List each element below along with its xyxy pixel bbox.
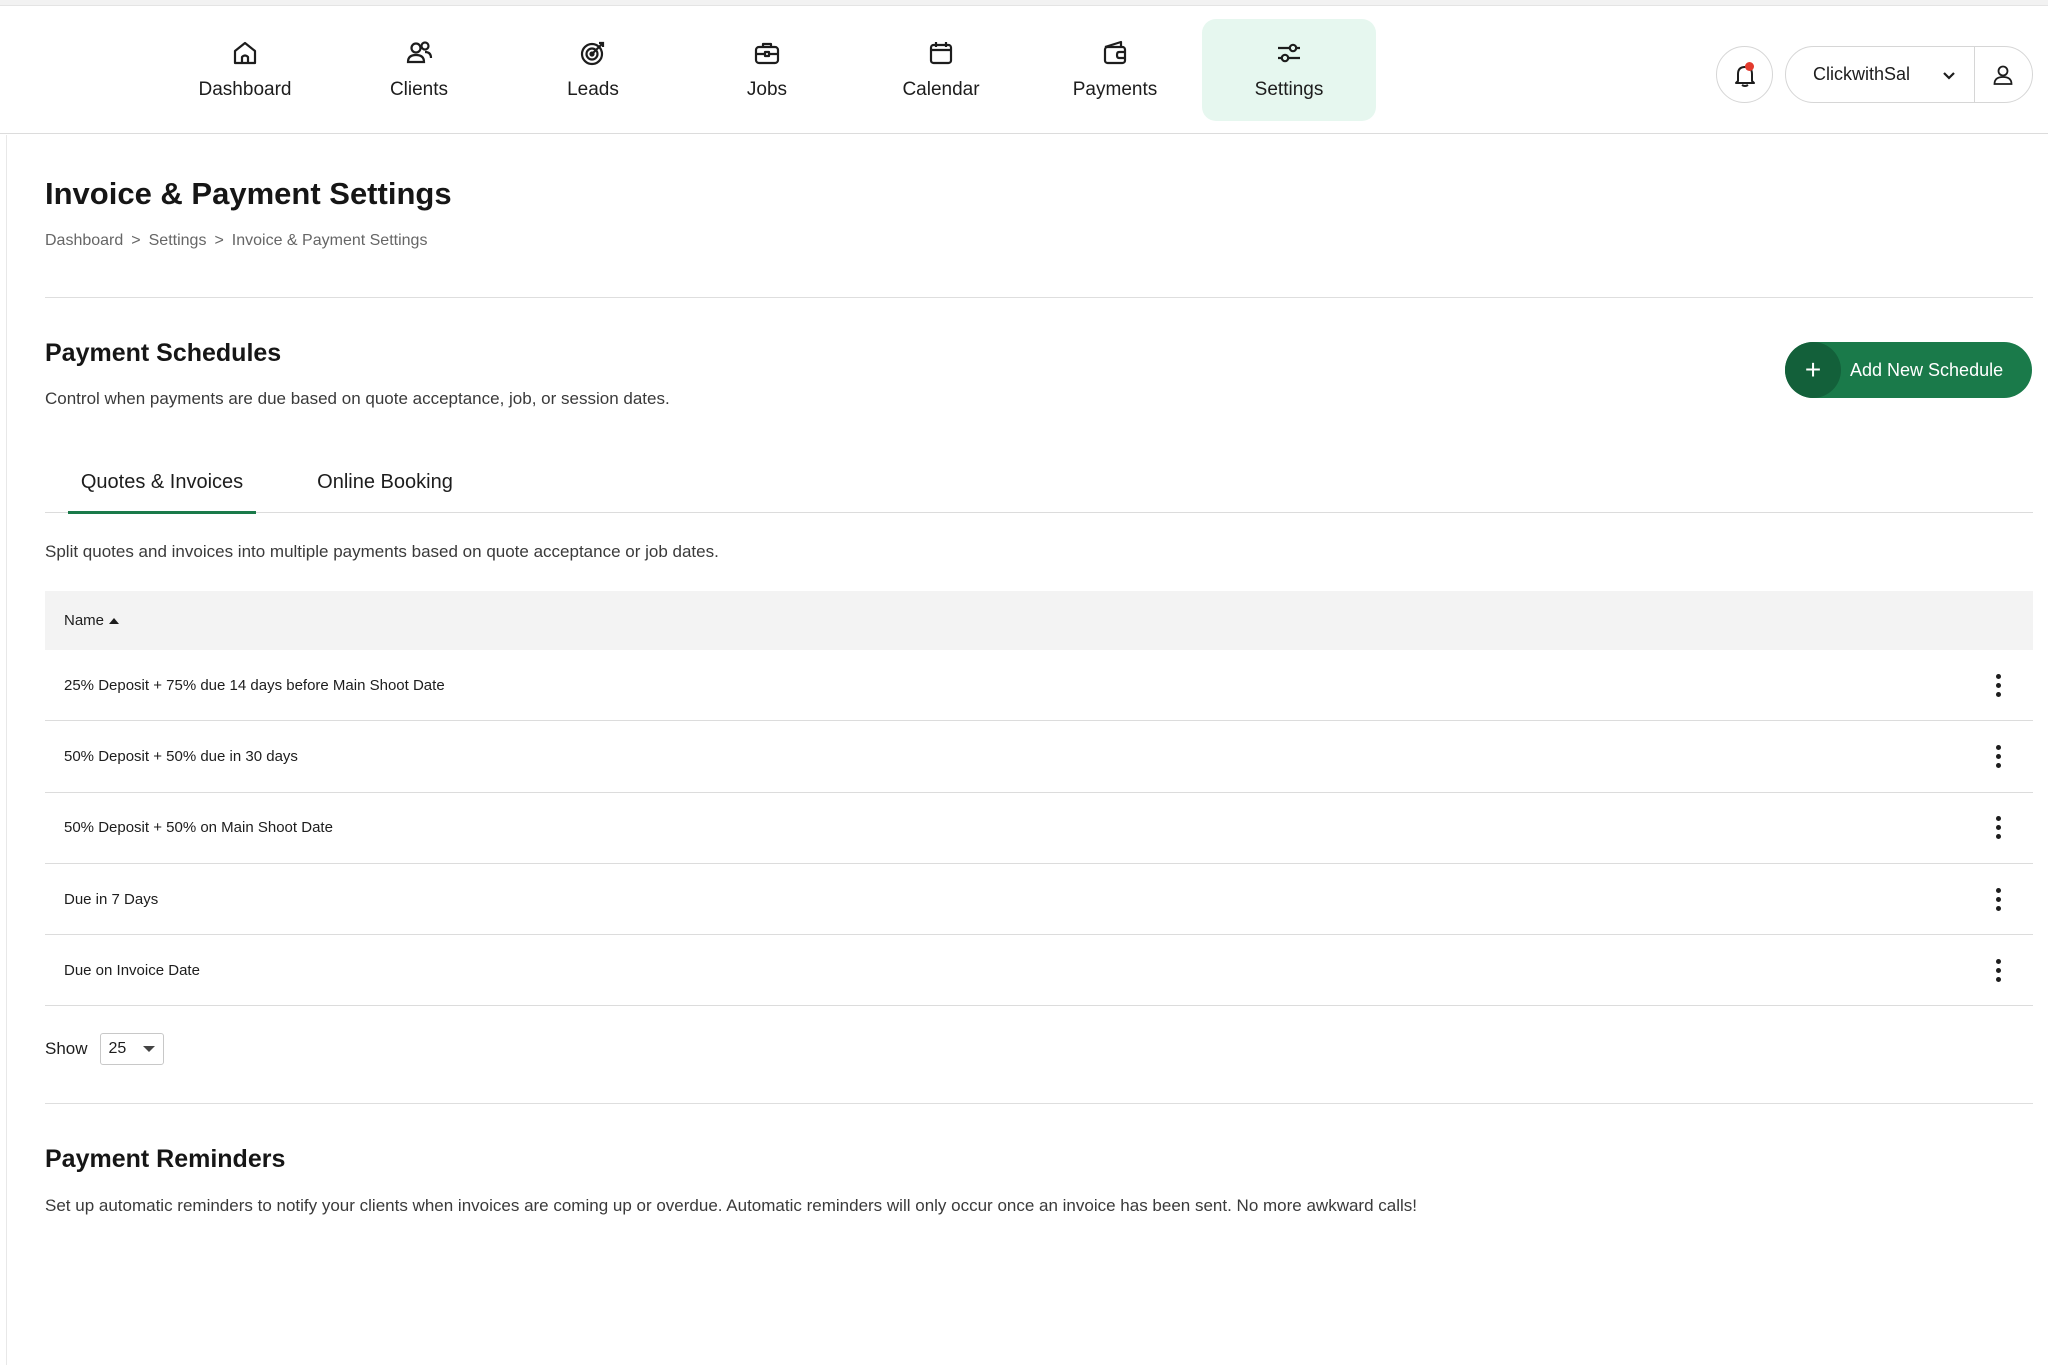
table-row[interactable]: Due in 7 Days [45, 864, 2033, 936]
nav-item-payments[interactable]: Payments [1028, 19, 1202, 121]
table-row[interactable]: 25% Deposit + 75% due 14 days before Mai… [45, 650, 2033, 722]
account-menu[interactable]: ClickwithSal [1785, 46, 2033, 103]
tab-online-booking[interactable]: Online Booking [310, 452, 460, 513]
calendar-icon [929, 42, 953, 65]
sort-ascending-icon [109, 618, 120, 625]
payment-schedules-description: Control when payments are due based on q… [45, 389, 670, 408]
schedule-name: Due on Invoice Date [64, 961, 200, 979]
nav-item-calendar[interactable]: Calendar [854, 19, 1028, 121]
header-divider [45, 297, 2033, 298]
column-header-label: Name [64, 612, 105, 629]
breadcrumb-separator: > [214, 232, 224, 249]
more-options-icon[interactable] [1978, 736, 2018, 776]
briefcase-icon [754, 42, 780, 65]
notification-dot [1745, 62, 1754, 71]
breadcrumb: Dashboard > Settings > Invoice & Payment… [45, 232, 427, 250]
tab-quotes-invoices[interactable]: Quotes & Invoices [68, 452, 256, 514]
more-options-icon[interactable] [1978, 808, 2018, 848]
nav-item-clients[interactable]: Clients [332, 19, 506, 121]
breadcrumb-dashboard[interactable]: Dashboard [45, 232, 123, 250]
caret-down-icon [142, 1046, 155, 1052]
schedule-name: 50% Deposit + 50% due in 30 days [64, 747, 298, 765]
table-header: Name [45, 591, 2033, 650]
schedule-name: 25% Deposit + 75% due 14 days before Mai… [64, 676, 445, 694]
users-icon [406, 41, 433, 64]
table-row[interactable]: 50% Deposit + 50% due in 30 days [45, 721, 2033, 793]
account-name: ClickwithSal [1813, 64, 1911, 84]
nav-label-settings: Settings [1254, 79, 1324, 100]
more-options-icon[interactable] [1978, 950, 2018, 990]
schedules-table: Name 25% Deposit + 75% due 14 days befor… [45, 591, 2033, 1007]
breadcrumb-current: Invoice & Payment Settings [231, 232, 428, 249]
section-divider [45, 1103, 2033, 1104]
top-navigation-bar: Dashboard Clients Leads Jobs Calendar Pa… [0, 6, 2048, 134]
notifications-button[interactable] [1716, 46, 1773, 103]
schedule-name: 50% Deposit + 50% on Main Shoot Date [64, 819, 333, 837]
show-label: Show [45, 1039, 88, 1058]
payment-reminders-description: Set up automatic reminders to notify you… [45, 1196, 1417, 1215]
content-left-border [6, 135, 7, 1365]
more-options-icon[interactable] [1978, 879, 2018, 919]
nav-label-payments: Payments [1072, 79, 1158, 100]
nav-label-calendar: Calendar [902, 79, 980, 100]
nav-label-dashboard: Dashboard [198, 79, 292, 100]
page-size-value: 25 [108, 1040, 127, 1057]
more-options-icon[interactable] [1978, 665, 2018, 705]
breadcrumb-separator: > [131, 232, 141, 249]
add-new-schedule-label: Add New Schedule [1850, 359, 2004, 380]
nav-label-clients: Clients [389, 79, 449, 100]
nav-item-settings[interactable]: Settings [1202, 19, 1376, 121]
nav-items: Dashboard Clients Leads Jobs Calendar Pa… [158, 19, 1376, 121]
table-row[interactable]: Due on Invoice Date [45, 935, 2033, 1007]
sliders-icon [1278, 43, 1300, 63]
schedule-tabs: Quotes & Invoices Online Booking [45, 452, 2033, 514]
target-icon [580, 41, 605, 66]
user-icon[interactable] [1975, 63, 2032, 87]
nav-label-jobs: Jobs [746, 79, 788, 100]
plus-icon: + [1785, 342, 1841, 398]
payment-schedules-title: Payment Schedules [45, 339, 282, 367]
home-icon [233, 41, 257, 65]
schedule-name: Due in 7 Days [64, 890, 159, 908]
add-new-schedule-button[interactable]: + Add New Schedule [1785, 342, 2032, 398]
page-size-control: Show 25 [45, 1033, 164, 1065]
chevron-down-icon[interactable] [1934, 67, 1964, 83]
nav-item-leads[interactable]: Leads [506, 19, 680, 121]
page-size-select[interactable]: 25 [99, 1033, 164, 1065]
wallet-icon [1103, 40, 1127, 65]
tab-description: Split quotes and invoices into multiple … [45, 542, 719, 561]
breadcrumb-settings[interactable]: Settings [149, 232, 207, 250]
column-header-name[interactable]: Name [64, 612, 120, 629]
table-row[interactable]: 50% Deposit + 50% on Main Shoot Date [45, 793, 2033, 864]
payment-reminders-title: Payment Reminders [45, 1145, 286, 1173]
nav-label-leads: Leads [567, 79, 619, 100]
page-title: Invoice & Payment Settings [45, 176, 452, 211]
nav-item-jobs[interactable]: Jobs [680, 19, 854, 121]
nav-item-dashboard[interactable]: Dashboard [158, 19, 332, 121]
